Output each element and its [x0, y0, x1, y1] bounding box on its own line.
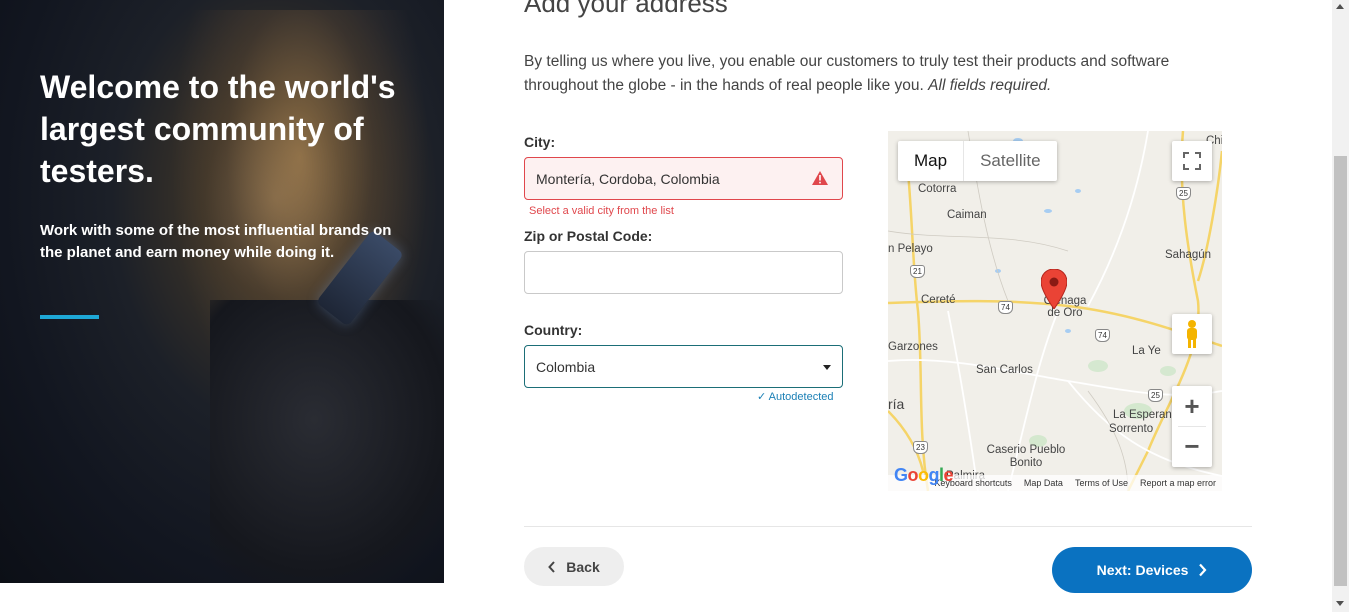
map-place: La Ye: [1132, 345, 1161, 357]
accent-bar: [40, 315, 99, 319]
zoom-out-button[interactable]: −: [1184, 427, 1199, 467]
hero-subtitle: Work with some of the most influential b…: [40, 222, 392, 261]
back-label: Back: [566, 558, 600, 575]
chevron-right-icon: [1199, 563, 1207, 577]
chevron-left-icon: [548, 560, 556, 573]
hero-panel: Welcome to the world's largest community…: [0, 0, 444, 583]
city-input[interactable]: Montería, Cordoba, Colombia: [524, 157, 843, 200]
map-place: Garzones: [888, 341, 938, 353]
next-devices-button[interactable]: Next: Devices: [1052, 547, 1252, 593]
intro-text: By telling us where you live, you enable…: [524, 50, 1224, 98]
warning-icon: [812, 171, 828, 185]
route-shield: 25: [1176, 187, 1191, 200]
google-logo: Google: [894, 465, 954, 485]
autodetected-note: ✓ Autodetected: [757, 391, 834, 403]
zoom-in-button[interactable]: +: [1184, 386, 1199, 426]
route-shield: 74: [998, 301, 1013, 314]
map-place: ría: [888, 396, 905, 412]
map-place: Sorrento: [1109, 423, 1154, 435]
map-type-map-button[interactable]: Map: [898, 141, 963, 181]
country-label: Country:: [524, 322, 583, 338]
hero-title: Welcome to the world's largest community…: [40, 69, 396, 189]
map-place: Caserio Pueblo Bonito: [986, 444, 1066, 469]
country-value: Colombia: [536, 358, 596, 375]
caret-down-icon: [823, 365, 831, 370]
map-data-link[interactable]: Map Data: [1024, 478, 1063, 488]
map-type-satellite-button[interactable]: Satellite: [963, 141, 1056, 181]
scroll-down-arrow-icon[interactable]: [1336, 601, 1344, 606]
intro-body: By telling us where you live, you enable…: [524, 53, 1170, 94]
required-note: All fields required.: [928, 77, 1052, 94]
route-shield: 74: [1095, 329, 1110, 342]
map-place: San Carlos: [976, 364, 1033, 376]
scrollbar-thumb[interactable]: [1334, 156, 1347, 586]
route-shield: 23: [913, 441, 928, 454]
route-shield: 21: [910, 265, 925, 278]
map-place: Sahagún: [1165, 249, 1212, 261]
map-place: Cereté: [921, 294, 956, 306]
map-place: n Pelayo: [888, 243, 933, 255]
page-scrollbar[interactable]: [1332, 0, 1349, 612]
country-select[interactable]: Colombia: [524, 345, 843, 388]
fullscreen-icon: [1183, 152, 1201, 170]
zip-label: Zip or Postal Code:: [524, 228, 653, 244]
scroll-up-arrow-icon[interactable]: [1336, 4, 1344, 9]
back-button[interactable]: Back: [524, 547, 624, 586]
city-label: City:: [524, 134, 556, 150]
section-divider: [524, 526, 1252, 527]
location-pin-icon[interactable]: [1041, 269, 1067, 309]
map-place: Cotorra: [918, 183, 957, 195]
location-map[interactable]: Cotorra Caiman n Pelayo Sahagún Cereté C…: [888, 131, 1222, 491]
city-error-message: Select a valid city from the list: [529, 205, 674, 217]
map-type-control: Map Satellite: [898, 141, 1057, 181]
map-place: Caiman: [947, 209, 987, 221]
page-title: Add your address: [524, 0, 728, 18]
city-value: Montería, Cordoba, Colombia: [536, 170, 720, 187]
zip-input[interactable]: [524, 251, 843, 294]
terms-link[interactable]: Terms of Use: [1075, 478, 1128, 488]
pegman-icon: [1187, 320, 1197, 348]
next-label: Next: Devices: [1096, 562, 1189, 578]
zoom-control: + −: [1172, 386, 1212, 467]
street-view-button[interactable]: [1172, 314, 1212, 354]
route-shield: 25: [1148, 389, 1163, 402]
report-error-link[interactable]: Report a map error: [1140, 478, 1216, 488]
hero-image-figure: [210, 300, 444, 583]
fullscreen-button[interactable]: [1172, 141, 1212, 181]
